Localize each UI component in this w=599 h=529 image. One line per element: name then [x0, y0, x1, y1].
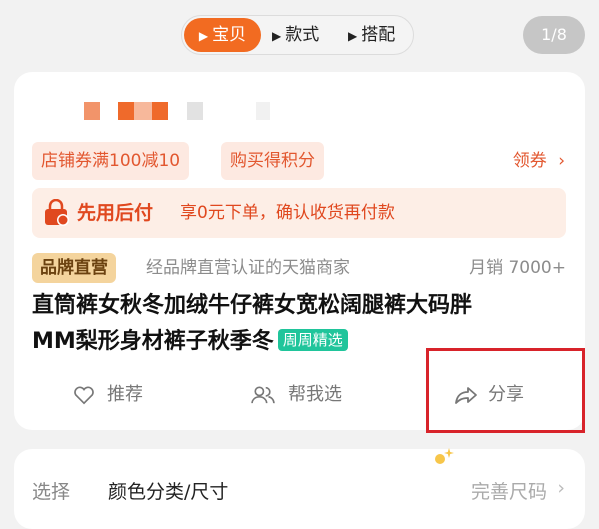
redacted-block [187, 102, 203, 120]
chevron-right-icon: › [557, 477, 565, 499]
chevron-right-icon: › [558, 151, 565, 171]
product-info-card: 店铺券满100减10 购买得积分 领券 › 先用后付 享0元下单，确认收货再付款… [14, 72, 585, 430]
coupon-points[interactable]: 购买得积分 [221, 142, 324, 180]
heart-icon [74, 386, 94, 405]
pay-later-title: 先用后付 [77, 202, 154, 224]
complete-size-link[interactable]: 完善尺码 [471, 477, 547, 504]
brand-description: 经品牌直营认证的天猫商家 [146, 258, 350, 278]
share-button[interactable]: 分享 [454, 378, 544, 412]
section-tabs: ▶ 宝贝 ▶ 款式 ▶ 搭配 [181, 15, 414, 55]
share-icon [455, 387, 477, 404]
top-bar: ▶ 宝贝 ▶ 款式 ▶ 搭配 1/8 [0, 0, 599, 70]
play-icon: ▶ [198, 29, 209, 43]
sparkle-icon [435, 448, 454, 464]
monthly-sales: 月销 7000+ [469, 258, 566, 278]
recommend-button[interactable]: 推荐 [73, 378, 163, 412]
brand-row: 品牌直营 经品牌直营认证的天猫商家 月销 7000+ [32, 253, 566, 283]
brand-badge: 品牌直营 [32, 253, 116, 283]
tab-baby[interactable]: ▶ 宝贝 [184, 18, 261, 52]
selection-card[interactable]: 选择 颜色分类/尺寸 完善尺码 › [14, 449, 585, 529]
selection-label: 选择 [32, 481, 71, 503]
play-icon: ▶ [272, 29, 282, 43]
selection-value: 颜色分类/尺寸 [108, 481, 229, 503]
redacted-block [256, 102, 270, 120]
pay-later-banner[interactable]: 先用后付 享0元下单，确认收货再付款 [32, 188, 566, 238]
play-icon: ▶ [348, 29, 358, 43]
redacted-block [152, 102, 168, 120]
shopping-bag-icon [45, 199, 69, 226]
weekly-pick-tag: 周周精选 [277, 329, 348, 351]
image-page-indicator: 1/8 [523, 16, 585, 54]
redacted-block [118, 102, 134, 120]
redacted-block [134, 102, 152, 120]
people-icon [251, 386, 275, 404]
claim-coupon-link[interactable]: 领券 › [513, 142, 565, 180]
tab-match[interactable]: ▶ 搭配 [348, 18, 395, 52]
redacted-block [84, 102, 100, 120]
help-me-choose-button[interactable]: 帮我选 [250, 378, 360, 412]
pay-later-desc: 享0元下单，确认收货再付款 [180, 203, 395, 223]
tab-style[interactable]: ▶ 款式 [272, 18, 319, 52]
coupon-store[interactable]: 店铺券满100减10 [32, 142, 190, 180]
product-title: 直筒裤女秋冬加绒牛仔裤女宽松阔腿裤大码胖 MM梨形身材裤子秋季冬 周周精选 [32, 293, 473, 354]
